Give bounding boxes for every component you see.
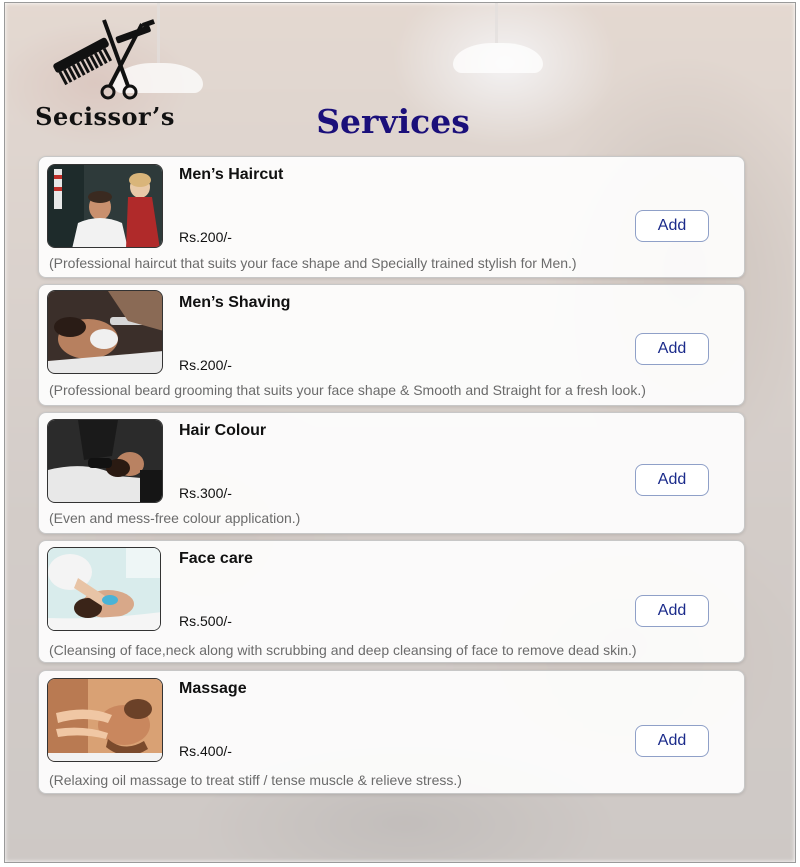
hair-wash-photo <box>47 419 163 503</box>
add-button-shaving[interactable]: Add <box>635 333 709 365</box>
add-button-hair-colour[interactable]: Add <box>635 464 709 496</box>
service-name: Face care <box>179 550 253 567</box>
brand-logo: Secissor’s <box>30 14 180 132</box>
add-button-haircut[interactable]: Add <box>635 210 709 242</box>
service-card-hair-colour: Hair Colour Rs.300/- Add (Even and mess-… <box>38 412 745 534</box>
service-card-massage: Massage Rs.400/- Add (Relaxing oil massa… <box>38 670 745 794</box>
service-card-shaving: Men’s Shaving Rs.200/- Add (Professional… <box>38 284 745 406</box>
service-description: (Professional haircut that suits your fa… <box>49 255 577 271</box>
facial-photo <box>47 547 161 631</box>
service-price: Rs.200/- <box>179 229 232 245</box>
service-price: Rs.200/- <box>179 357 232 373</box>
service-name: Hair Colour <box>179 422 267 439</box>
service-description: (Relaxing oil massage to treat stiff / t… <box>49 772 462 788</box>
service-description: (Even and mess-free colour application.) <box>49 510 301 526</box>
service-name: Massage <box>179 680 247 697</box>
service-description: (Cleansing of face,neck along with scrub… <box>49 642 637 658</box>
brand-name: Secissor’s <box>35 102 175 131</box>
service-price: Rs.300/- <box>179 485 232 501</box>
face-massage-photo <box>47 678 163 762</box>
barber-haircut-photo <box>47 164 163 248</box>
service-price: Rs.500/- <box>179 613 232 629</box>
comb-scissors-razor-icon <box>53 19 155 100</box>
service-card-haircut: Men’s Haircut Rs.200/- Add (Professional… <box>38 156 745 278</box>
service-name: Men’s Shaving <box>179 294 291 311</box>
shaving-photo <box>47 290 163 374</box>
service-price: Rs.400/- <box>179 743 232 759</box>
service-card-face-care: Face care Rs.500/- Add (Cleansing of fac… <box>38 540 745 663</box>
page-title: Services <box>316 102 470 141</box>
add-button-face-care[interactable]: Add <box>635 595 709 627</box>
service-name: Men’s Haircut <box>179 166 284 183</box>
service-description: (Professional beard grooming that suits … <box>49 382 646 398</box>
add-button-massage[interactable]: Add <box>635 725 709 757</box>
